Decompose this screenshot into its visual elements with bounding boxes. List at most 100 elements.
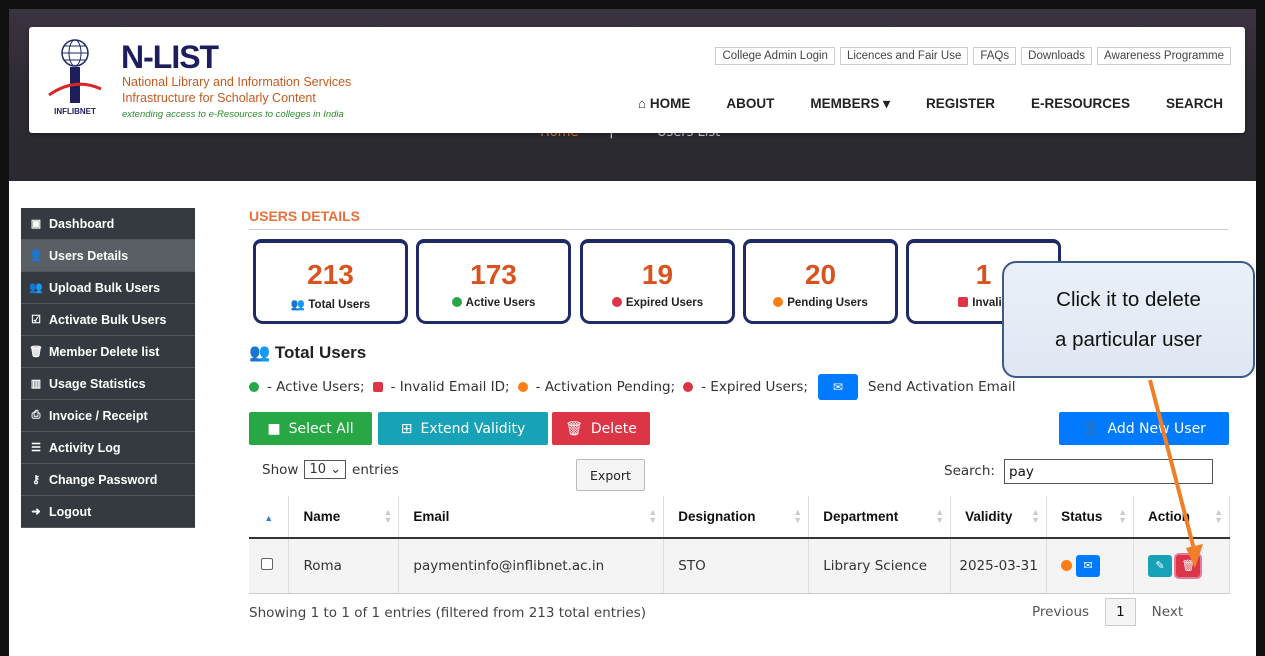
user-add-icon: 👤 <box>1082 420 1100 437</box>
entries-select[interactable]: 10 ⌄ <box>304 460 347 479</box>
pending-icon <box>517 382 528 392</box>
delete-user-icon[interactable]: 🗑 <box>1176 554 1201 577</box>
legend-pending: - Activation Pending; <box>535 379 676 395</box>
sidebar-item-member-delete-list[interactable]: 🗑 Member Delete list <box>21 336 195 368</box>
sidebar-item-label: Users Details <box>49 248 129 263</box>
column-header-status[interactable]: Status ▲ ▼ <box>1046 496 1135 539</box>
edit-icon[interactable]: ✎ <box>1148 554 1173 577</box>
users-table: ▲ Name ▲ ▼ Email ▲ ▼ Designation ▲ ▼ Departmen… <box>249 496 1230 594</box>
logo-text: INFLIBNET <box>54 107 96 116</box>
column-header-label: Department <box>823 509 899 524</box>
sidebar-item-users-details[interactable]: 👤 Users Details <box>21 240 195 272</box>
top-link-college-admin-login[interactable]: College Admin Login <box>715 47 835 65</box>
bar-chart-icon: ▥ <box>30 378 42 390</box>
sidebar-item-label: Upload Bulk Users <box>49 280 161 295</box>
envelope-icon: ✉ <box>817 374 858 400</box>
top-link-downloads[interactable]: Downloads <box>1021 47 1093 65</box>
column-header-validity[interactable]: Validity ▲ ▼ <box>950 496 1048 539</box>
card-label: Active Users <box>465 297 536 309</box>
sidebar-item-label: Change Password <box>49 472 158 487</box>
export-button[interactable]: Export <box>576 459 645 491</box>
site-header: INFLIBNET N-LIST National Library and In… <box>29 27 1245 133</box>
extend-validity-button[interactable]: ⊞ Extend Validity <box>378 412 548 445</box>
legend-expired: - Expired Users; <box>701 379 808 395</box>
home-icon: ⌂ <box>637 96 647 111</box>
pending-icon <box>773 297 784 307</box>
column-header-name[interactable]: Name ▲ ▼ <box>288 496 400 539</box>
select-column-header[interactable]: ▲ <box>249 496 290 539</box>
column-header-label: Status <box>1061 509 1103 524</box>
sidebar-item-usage-statistics[interactable]: ▥ Usage Statistics <box>21 368 195 400</box>
brand-tagline-1: National Library and Information Service… <box>122 75 352 89</box>
nav-home[interactable]: ⌂ HOME <box>638 96 690 112</box>
column-header-label: Email <box>413 509 450 524</box>
column-header-label: Name <box>303 509 341 524</box>
brand-title[interactable]: N-LIST <box>121 39 219 76</box>
callout-line-1: Click it to delete <box>1056 288 1201 311</box>
top-link-licences[interactable]: Licences and Fair Use <box>839 47 969 65</box>
add-new-user-button[interactable]: 👤 Add New User <box>1059 412 1229 445</box>
nav-search[interactable]: SEARCH <box>1166 96 1223 112</box>
pagination-next[interactable]: Next <box>1152 604 1183 620</box>
sort-icon: ▲ ▼ <box>935 507 945 525</box>
sidebar-item-dashboard[interactable]: ▣ Dashboard <box>21 208 195 240</box>
card-expired-users: 19 Expired Users <box>580 239 735 324</box>
select-all-button[interactable]: ■ Select All <box>249 412 372 445</box>
sidebar-item-label: Invoice / Receipt <box>49 408 148 423</box>
sidebar-item-label: Usage Statistics <box>49 376 146 391</box>
column-header-action[interactable]: Action ▲ ▼ <box>1133 496 1230 539</box>
top-link-awareness[interactable]: Awareness Programme <box>1097 47 1231 65</box>
nav-eresources[interactable]: E-RESOURCES <box>1031 96 1130 112</box>
user-add-icon: 👤 <box>29 250 43 262</box>
main-nav: ⌂ HOME ABOUT MEMBERS ▾ REGISTER E-RESOUR… <box>638 96 1223 112</box>
column-header-department[interactable]: Department ▲ ▼ <box>808 496 952 539</box>
check-square-icon: ☑ <box>31 314 41 326</box>
column-header-label: Designation <box>678 509 756 524</box>
card-value: 20 <box>804 259 837 290</box>
cell-designation: STO <box>663 538 810 594</box>
sidebar-item-activate-bulk-users[interactable]: ☑ Activate Bulk Users <box>21 304 195 336</box>
pagination-previous[interactable]: Previous <box>1032 604 1089 620</box>
pagination-page[interactable]: 1 <box>1105 598 1136 626</box>
sidebar-item-change-password[interactable]: ⚷ Change Password <box>21 464 195 496</box>
callout-line-2: a particular user <box>1055 328 1202 351</box>
sidebar-item-label: Activity Log <box>49 440 121 455</box>
card-value: 213 <box>307 259 354 290</box>
nav-members[interactable]: MEMBERS ▾ <box>810 96 890 112</box>
card-active-users: 173 Active Users <box>416 239 571 324</box>
list-icon: ☰ <box>31 442 41 454</box>
check-circle-icon <box>249 382 259 392</box>
sidebar-item-label: Dashboard <box>49 216 115 231</box>
inflibnet-logo-icon[interactable]: INFLIBNET <box>45 37 105 117</box>
send-activation-email-icon[interactable]: ✉ <box>1076 554 1101 577</box>
sidebar-item-label: Activate Bulk Users <box>49 312 167 327</box>
entries-label: entries <box>352 461 399 478</box>
top-links: College Admin Login Licences and Fair Us… <box>715 47 1231 65</box>
sign-out-icon: ➜ <box>31 506 41 518</box>
sidebar-item-logout[interactable]: ➜ Logout <box>21 496 195 528</box>
users-icon: 👥 <box>29 282 43 294</box>
delete-button[interactable]: 🗑 Delete <box>552 412 650 445</box>
nav-home-label: HOME <box>649 96 691 111</box>
entries-value: 10 <box>309 462 326 477</box>
users-icon: 👥 <box>290 299 306 311</box>
sort-icon: ▲ ▼ <box>1118 507 1128 525</box>
row-checkbox-cell <box>249 538 290 594</box>
card-label: Expired Users <box>625 297 704 309</box>
square-icon: ■ <box>267 420 281 437</box>
top-link-faqs[interactable]: FAQs <box>973 47 1017 65</box>
legend-invalid: - Invalid Email ID; <box>390 379 510 395</box>
pending-icon <box>1061 559 1073 571</box>
sidebar-item-upload-bulk-users[interactable]: 👥 Upload Bulk Users <box>21 272 195 304</box>
sidebar-item-invoice-receipt[interactable]: ⎙ Invoice / Receipt <box>21 400 195 432</box>
sidebar-item-activity-log[interactable]: ☰ Activity Log <box>21 432 195 464</box>
column-header-label: Validity <box>965 509 1013 524</box>
column-header-designation[interactable]: Designation ▲ ▼ <box>663 496 810 539</box>
row-checkbox[interactable] <box>261 557 273 570</box>
sort-icon: ▲ ▼ <box>1214 507 1223 525</box>
column-header-email[interactable]: Email ▲ ▼ <box>398 496 665 539</box>
search-input[interactable]: pay <box>1004 459 1213 484</box>
table-row: Roma paymentinfo@inflibnet.ac.in STO Lib… <box>249 538 1230 594</box>
nav-register[interactable]: REGISTER <box>926 96 995 112</box>
nav-about[interactable]: ABOUT <box>726 96 774 112</box>
